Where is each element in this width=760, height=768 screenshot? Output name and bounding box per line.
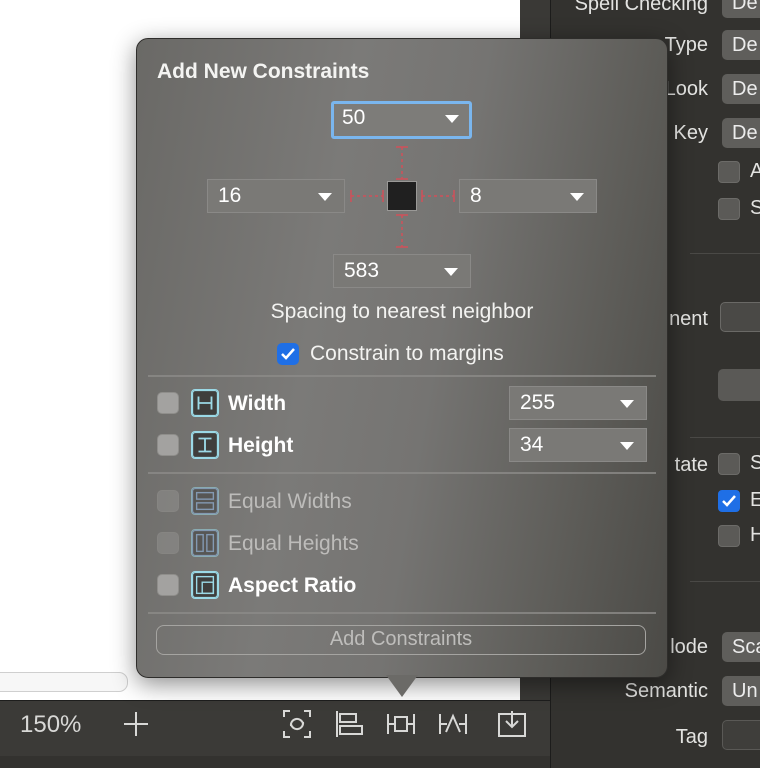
inspector-checkbox-enabled-label: E [750,489,760,511]
zoom-level[interactable]: 150% [20,711,81,739]
inspector-divider [690,253,760,254]
chevron-down-icon[interactable] [620,400,634,408]
top-spacing-combo[interactable]: 50 [331,101,472,139]
section-divider [148,612,656,614]
bottom-spacing-combo[interactable]: 583 [333,254,471,288]
equal-widths-checkbox [157,490,179,512]
width-constraint-icon [191,389,219,417]
tag-field[interactable] [722,720,760,750]
checkmark-icon [281,348,295,360]
aspect-ratio-icon [191,571,219,599]
update-frames-icon[interactable] [281,708,313,740]
spacing-caption: Spacing to nearest neighbor [270,300,534,323]
add-constraints-button[interactable]: Add Constraints [156,625,646,655]
add-icon[interactable] [120,708,152,740]
height-label[interactable]: Height [228,434,293,458]
inspector-checkbox-a-label: A [750,160,760,182]
inspector-label-tag: Tag [675,726,708,748]
aspect-ratio-label[interactable]: Aspect Ratio [228,574,356,598]
embed-in-icon[interactable] [496,708,528,740]
checkmark-icon [722,495,736,507]
top-constraint-strut[interactable] [390,145,414,181]
inspector-divider-3 [690,581,760,582]
key-popup[interactable]: De [722,118,760,148]
chevron-down-icon[interactable] [570,193,584,201]
popover-arrow [386,675,418,697]
resolve-issues-icon[interactable] [437,708,469,740]
add-constraints-icon[interactable] [385,708,417,740]
constrain-to-margins-label[interactable]: Constrain to margins [310,342,504,366]
type-popup[interactable]: De [722,30,760,60]
width-checkbox[interactable] [157,392,179,414]
equal-widths-icon [191,487,219,515]
height-constraint-icon [191,431,219,459]
equal-heights-icon [191,529,219,557]
constrain-to-margins-checkbox[interactable] [277,343,299,365]
inspector-label-semantic: Semantic [624,680,708,702]
trailing-spacing-combo[interactable]: 8 [459,179,597,213]
chevron-down-icon[interactable] [620,442,634,450]
content-mode-popup[interactable]: Sca [722,632,760,662]
width-value: 255 [520,391,556,414]
inspector-checkbox-highlighted[interactable] [718,525,740,547]
equal-heights-label: Equal Heights [228,532,359,555]
semantic-popup[interactable]: Un [722,676,760,706]
inspector-label-mode: lode [670,636,708,658]
inspector-button[interactable] [718,369,760,401]
inspector-label-alignment: nent [669,308,708,330]
bottom-constraint-strut[interactable] [390,213,414,249]
height-value: 34 [520,433,544,456]
top-spacing-value: 50 [342,106,366,129]
height-checkbox[interactable] [157,434,179,456]
height-value-combo[interactable]: 34 [509,428,647,462]
inspector-checkbox-highlighted-label: H [750,524,760,546]
inspector-checkbox-a[interactable] [718,161,740,183]
leading-spacing-value: 16 [218,184,242,207]
leading-constraint-strut[interactable] [349,184,385,208]
chevron-down-icon[interactable] [445,115,459,123]
section-divider [148,472,656,474]
chevron-down-icon[interactable] [444,268,458,276]
trailing-spacing-value: 8 [470,184,482,207]
alignment-segmented-control[interactable] [720,302,760,332]
width-value-combo[interactable]: 255 [509,386,647,420]
inspector-divider-2 [690,437,760,438]
chevron-down-icon[interactable] [318,193,332,201]
width-label[interactable]: Width [228,392,286,416]
align-icon[interactable] [333,708,365,740]
look-popup[interactable]: De [722,74,760,104]
toolbar-bottom-edge [0,756,550,768]
equal-heights-checkbox [157,532,179,554]
inspector-label-look: Look [664,78,708,100]
spell-checking-popup[interactable]: De [722,0,760,18]
equal-widths-label: Equal Widths [228,490,352,513]
inspector-checkbox-s-label: S [750,197,760,219]
leading-spacing-combo[interactable]: 16 [207,179,345,213]
inspector-checkbox-enabled[interactable] [718,490,740,512]
inspector-label-state: tate [674,454,708,476]
canvas-horizontal-scrollbar[interactable] [0,672,128,692]
aspect-ratio-checkbox[interactable] [157,574,179,596]
popover-title: Add New Constraints [157,60,370,83]
section-divider [148,375,656,377]
selected-view-box [387,181,417,211]
inspector-checkbox-selected-label: S [750,452,760,474]
trailing-constraint-strut[interactable] [420,184,456,208]
inspector-label-key: Key [673,122,708,144]
bottom-spacing-value: 583 [344,259,380,282]
inspector-checkbox-selected[interactable] [718,453,740,475]
inspector-label-type: Type [664,34,708,56]
inspector-checkbox-s[interactable] [718,198,740,220]
inspector-label-spell-checking: Spell Checking [574,0,708,15]
